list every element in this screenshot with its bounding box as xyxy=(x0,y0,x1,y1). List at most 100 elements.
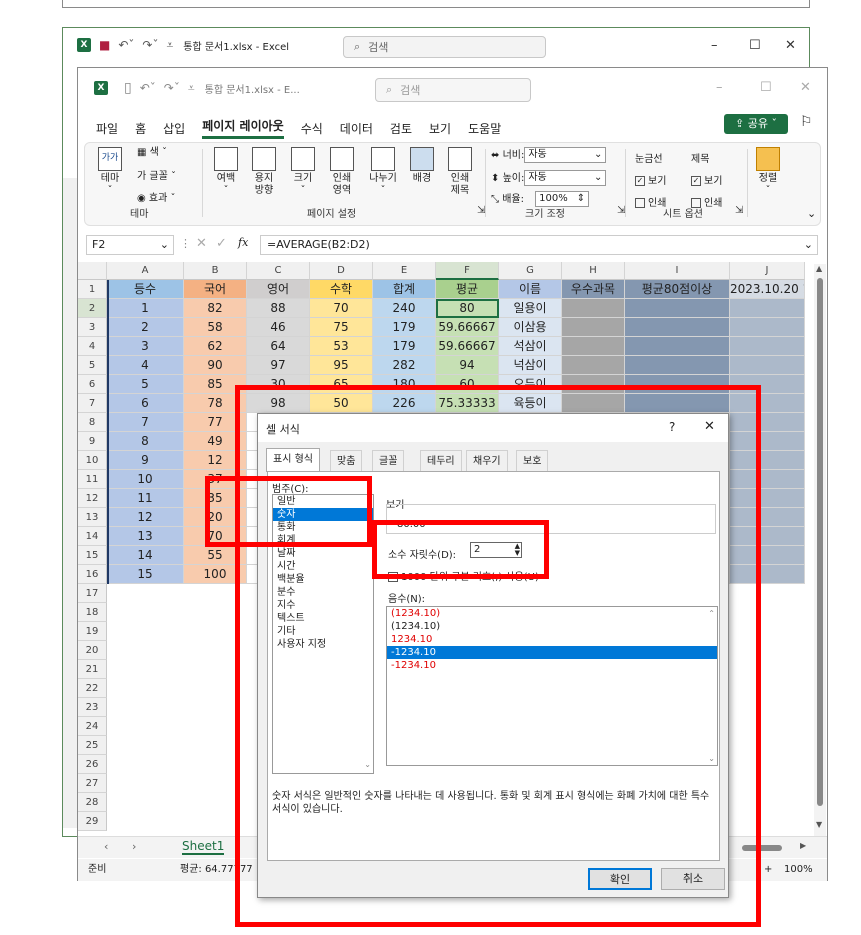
row-header[interactable]: 17 xyxy=(78,584,107,603)
cell-h2[interactable] xyxy=(562,299,625,318)
name-box[interactable]: F2 ⌄ xyxy=(86,235,174,255)
column-header-f[interactable]: F xyxy=(436,262,499,280)
scroll-right-icon[interactable]: ▶ xyxy=(800,841,806,850)
column-header-b[interactable]: B xyxy=(184,262,247,280)
row-header[interactable]: 23 xyxy=(78,698,107,717)
headings-view-checkbox[interactable]: ✓ xyxy=(691,176,701,186)
cell-d1[interactable]: 수학 xyxy=(310,280,373,299)
row-header[interactable]: 19 xyxy=(78,622,107,641)
cell-e1[interactable]: 합계 xyxy=(373,280,436,299)
cell-j5[interactable] xyxy=(730,356,805,375)
cell-a11[interactable]: 10 xyxy=(107,470,184,489)
cell-a16[interactable]: 15 xyxy=(107,565,184,584)
row-header[interactable]: 29 xyxy=(78,812,107,831)
scroll-thumb[interactable] xyxy=(817,278,823,806)
cell-j2[interactable] xyxy=(730,299,805,318)
customize-qat-icon[interactable]: ⩡ xyxy=(166,38,173,53)
row-header[interactable]: 26 xyxy=(78,755,107,774)
customize-qat-icon[interactable]: ⩡ xyxy=(188,81,195,96)
cell-b4[interactable]: 62 xyxy=(184,337,247,356)
tab-data[interactable]: 데이터 xyxy=(340,120,373,137)
height-select[interactable]: 자동 ⌄ xyxy=(524,170,607,186)
cell-f4[interactable]: 59.66667 xyxy=(436,337,499,356)
redo-icon[interactable]: ↷ˇ xyxy=(142,38,158,52)
print-titles-button[interactable]: 인쇄 제목 xyxy=(445,147,475,197)
undo-icon[interactable]: ↶ˇ xyxy=(118,38,134,52)
cell-h3[interactable] xyxy=(562,318,625,337)
tab-home[interactable]: 홈 xyxy=(135,120,146,137)
front-search-box[interactable]: ⌕ 검색 xyxy=(375,78,531,102)
row-header[interactable]: 15 xyxy=(78,546,107,565)
cell-b3[interactable]: 58 xyxy=(184,318,247,337)
row-header[interactable]: 24 xyxy=(78,717,107,736)
cell-d4[interactable]: 53 xyxy=(310,337,373,356)
row-header[interactable]: 27 xyxy=(78,774,107,793)
row-header[interactable]: 28 xyxy=(78,793,107,812)
cell-i5[interactable] xyxy=(625,356,730,375)
column-header-g[interactable]: G xyxy=(499,262,562,280)
cell-j3[interactable] xyxy=(730,318,805,337)
cell-c5[interactable]: 97 xyxy=(247,356,310,375)
cell-g5[interactable]: 넉삼이 xyxy=(499,356,562,375)
row-header[interactable]: 21 xyxy=(78,660,107,679)
back-search-box[interactable]: ⌕ 검색 xyxy=(343,36,546,58)
cell-j1[interactable]: 2023.10.20 1 xyxy=(730,280,805,299)
margins-button[interactable]: 여백 ˇ xyxy=(211,147,241,197)
undo-icon[interactable]: ↶ˇ xyxy=(140,81,156,95)
close-button[interactable]: ✕ xyxy=(785,38,796,53)
insert-function-icon[interactable]: fx xyxy=(238,236,248,249)
background-button[interactable]: 배경 xyxy=(407,147,437,185)
share-button[interactable]: ⇪ 공유 ˇ xyxy=(724,114,788,134)
row-header[interactable]: 18 xyxy=(78,603,107,622)
minimize-button[interactable]: – xyxy=(716,80,723,95)
vertical-scrollbar[interactable]: ▲ ▼ xyxy=(814,264,826,838)
cell-a3[interactable]: 2 xyxy=(107,318,184,337)
orientation-button[interactable]: 용지 방향 xyxy=(248,147,280,197)
gridlines-print-checkbox[interactable] xyxy=(635,198,645,208)
cell-a15[interactable]: 14 xyxy=(107,546,184,565)
cell-c3[interactable]: 46 xyxy=(247,318,310,337)
cell-b5[interactable]: 90 xyxy=(184,356,247,375)
theme-fonts-button[interactable]: 가 글꼴 ˇ xyxy=(137,171,176,183)
tab-insert[interactable]: 삽입 xyxy=(163,120,185,137)
cell-e5[interactable]: 282 xyxy=(373,356,436,375)
cell-a12[interactable]: 11 xyxy=(107,489,184,508)
maximize-button[interactable]: ☐ xyxy=(760,80,772,95)
row-header[interactable]: 8 xyxy=(78,413,107,432)
cell-c1[interactable]: 영어 xyxy=(247,280,310,299)
cell-e4[interactable]: 179 xyxy=(373,337,436,356)
cell-g1[interactable]: 이름 xyxy=(499,280,562,299)
cell-f5[interactable]: 94 xyxy=(436,356,499,375)
cell-b2[interactable]: 82 xyxy=(184,299,247,318)
cell-e3[interactable]: 179 xyxy=(373,318,436,337)
cell-e2[interactable]: 240 xyxy=(373,299,436,318)
row-header[interactable]: 2 xyxy=(78,299,107,318)
row-header[interactable]: 25 xyxy=(78,736,107,755)
enter-icon[interactable]: ✓ xyxy=(216,236,227,251)
zoom-in-icon[interactable]: + xyxy=(764,859,772,881)
tab-view[interactable]: 보기 xyxy=(429,120,451,137)
cell-i4[interactable] xyxy=(625,337,730,356)
cell-i1[interactable]: 평균80점이상 xyxy=(625,280,730,299)
tab-page-layout[interactable]: 페이지 레이아웃 xyxy=(202,117,284,139)
sheet-tab-sheet1[interactable]: Sheet1 xyxy=(182,839,225,855)
row-header[interactable]: 20 xyxy=(78,641,107,660)
breaks-button[interactable]: 나누기 ˇ xyxy=(365,147,401,197)
cell-g4[interactable]: 석삼이 xyxy=(499,337,562,356)
cell-g3[interactable]: 이삼용 xyxy=(499,318,562,337)
print-area-button[interactable]: 인쇄 영역 xyxy=(325,147,359,197)
maximize-button[interactable]: ☐ xyxy=(749,38,761,53)
row-header[interactable]: 1 xyxy=(78,280,107,299)
cell-d2[interactable]: 70 xyxy=(310,299,373,318)
cell-a14[interactable]: 13 xyxy=(107,527,184,546)
redo-icon[interactable]: ↷ˇ xyxy=(164,81,180,95)
tab-review[interactable]: 검토 xyxy=(390,120,412,137)
column-header-a[interactable]: A xyxy=(107,262,184,280)
cell-a6[interactable]: 5 xyxy=(107,375,184,394)
previous-sheet-icon[interactable]: ‹ xyxy=(104,840,108,853)
gridlines-view-checkbox[interactable]: ✓ xyxy=(635,176,645,186)
row-header[interactable]: 7 xyxy=(78,394,107,413)
arrange-button[interactable]: 정렬 ˇ xyxy=(753,147,783,197)
cell-d3[interactable]: 75 xyxy=(310,318,373,337)
row-header[interactable]: 12 xyxy=(78,489,107,508)
